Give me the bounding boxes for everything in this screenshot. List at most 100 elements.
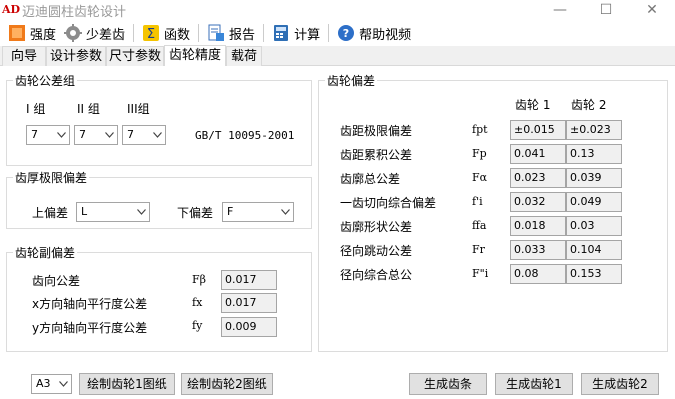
deviation-row-symbol: ffa	[472, 219, 487, 232]
tab-size-params[interactable]: 尺寸参数	[106, 46, 164, 66]
app-logo-icon: AD	[2, 3, 21, 16]
strength-button[interactable]: 强度	[4, 21, 60, 45]
help-video-button[interactable]: ? 帮助视频	[333, 21, 415, 45]
deviation-row-label: 齿廓总公差	[340, 172, 401, 186]
gear2-column-header: 齿轮 2	[571, 98, 607, 112]
tolerance-group-title: 齿轮公差组	[15, 74, 76, 88]
gear1-deviation-value: 0.033	[510, 240, 566, 260]
gear2-deviation-value: 0.104	[566, 240, 622, 260]
maximize-button[interactable]: ☐	[583, 0, 629, 20]
report-label: 报告	[229, 27, 256, 43]
generate-gear2-button[interactable]: 生成齿轮2	[581, 373, 659, 395]
tolerance-group-box: 齿轮公差组	[6, 72, 312, 166]
calculate-button[interactable]: 计算	[268, 21, 324, 45]
upper-deviation-select[interactable]: L	[76, 202, 150, 222]
chevron-down-icon	[277, 203, 293, 221]
function-label: 函数	[164, 27, 191, 43]
gear-deviation-title: 齿轮偏差	[327, 74, 376, 88]
deviation-row-symbol: Fα	[472, 171, 488, 184]
toolbar-separator	[198, 24, 200, 42]
pair-row-label: y方向轴向平行度公差	[32, 321, 148, 335]
deviation-row-label: 径向跳动公差	[340, 244, 413, 258]
gear2-deviation-value: 0.049	[566, 192, 622, 212]
window-title: 迈迪圆柱齿轮设计	[22, 4, 127, 20]
upper-deviation-value: L	[81, 205, 88, 218]
calculate-label: 计算	[294, 27, 321, 43]
draw-gear2-drawing-button[interactable]: 绘制齿轮2图纸	[181, 373, 273, 395]
help-video-label: 帮助视频	[359, 27, 412, 43]
group3-label: III组	[127, 102, 150, 116]
lower-deviation-value: F	[227, 205, 234, 218]
pair-row-label: 齿向公差	[32, 274, 81, 288]
help-icon: ?	[337, 24, 355, 42]
standard-label: GB/T 10095-2001	[195, 129, 295, 142]
chevron-down-icon	[149, 126, 165, 144]
pair-row-value: 0.009	[221, 317, 277, 337]
pair-row-label: x方向轴向平行度公差	[32, 297, 148, 311]
deviation-row-symbol: fpt	[472, 123, 488, 136]
gear-accuracy-panel: 齿轮公差组 I 组 II 组 III组 7 7 7 GB/T 10095-200…	[0, 66, 675, 399]
group1-select[interactable]: 7	[26, 125, 70, 145]
group1-label: I 组	[26, 102, 46, 116]
toolbar-separator	[133, 24, 135, 42]
function-button[interactable]: Σ 函数	[138, 21, 194, 45]
sigma-icon: Σ	[142, 24, 160, 42]
lower-deviation-select[interactable]: F	[222, 202, 294, 222]
generate-gear1-button[interactable]: 生成齿轮1	[495, 373, 573, 395]
gear2-deviation-value: 0.13	[566, 144, 622, 164]
gear1-column-header: 齿轮 1	[515, 98, 551, 112]
chevron-down-icon	[133, 203, 149, 221]
svg-text:?: ?	[343, 27, 349, 40]
tab-load[interactable]: 载荷	[226, 46, 262, 66]
gear1-deviation-value: 0.08	[510, 264, 566, 284]
svg-text:Σ: Σ	[147, 27, 155, 42]
gear2-deviation-value: 0.03	[566, 216, 622, 236]
gear2-deviation-value: ±0.023	[566, 120, 622, 140]
report-button[interactable]: 报告	[203, 21, 259, 45]
group2-select[interactable]: 7	[74, 125, 118, 145]
lower-deviation-label: 下偏差	[177, 206, 214, 220]
draw-gear1-drawing-button[interactable]: 绘制齿轮1图纸	[79, 373, 175, 395]
calculator-icon	[272, 24, 290, 42]
few-teeth-button[interactable]: 少差齿	[60, 21, 129, 45]
deviation-row-label: 一齿切向综合偏差	[340, 196, 437, 210]
gear1-deviation-value: 0.023	[510, 168, 566, 188]
tab-gear-accuracy[interactable]: 齿轮精度	[164, 45, 226, 67]
group3-select[interactable]: 7	[122, 125, 166, 145]
title-bar: AD 迈迪圆柱齿轮设计 — ☐ ✕	[0, 0, 675, 20]
group2-value: 7	[79, 128, 86, 141]
tab-bar: 向导 设计参数 尺寸参数 齿轮精度 载荷	[0, 45, 675, 67]
deviation-row-symbol: F"i	[472, 267, 489, 280]
chevron-down-icon	[55, 375, 71, 393]
upper-deviation-label: 上偏差	[32, 206, 69, 220]
gear-icon	[64, 24, 83, 42]
pair-deviation-title: 齿轮副偏差	[15, 246, 76, 260]
deviation-row-label: 齿距极限偏差	[340, 124, 413, 138]
group1-value: 7	[31, 128, 38, 141]
deviation-row-symbol: Fr	[472, 243, 485, 256]
gear1-deviation-value: 0.032	[510, 192, 566, 212]
gear1-deviation-value: 0.018	[510, 216, 566, 236]
minimize-button[interactable]: —	[537, 0, 583, 20]
tab-design-params[interactable]: 设计参数	[46, 46, 106, 66]
generate-rack-button[interactable]: 生成齿条	[409, 373, 487, 395]
gear1-deviation-value: 0.041	[510, 144, 566, 164]
group3-value: 7	[127, 128, 134, 141]
chevron-down-icon	[101, 126, 117, 144]
deviation-row-label: 齿距累积公差	[340, 148, 413, 162]
pair-row-symbol: fy	[192, 319, 203, 332]
thickness-deviation-title: 齿厚极限偏差	[15, 171, 88, 185]
chevron-down-icon	[53, 126, 69, 144]
gear1-deviation-value: ±0.015	[510, 120, 566, 140]
group2-label: II 组	[77, 102, 100, 116]
paper-size-select[interactable]: A3	[31, 374, 72, 394]
deviation-row-label: 齿廓形状公差	[340, 220, 413, 234]
tab-wizard[interactable]: 向导	[2, 46, 46, 66]
pair-row-symbol: fx	[192, 296, 203, 309]
pair-row-value: 0.017	[221, 270, 277, 290]
deviation-row-symbol: Fp	[472, 147, 487, 160]
close-button[interactable]: ✕	[629, 0, 675, 20]
report-icon	[207, 24, 225, 42]
gear2-deviation-value: 0.153	[566, 264, 622, 284]
deviation-row-symbol: f'i	[472, 195, 483, 208]
